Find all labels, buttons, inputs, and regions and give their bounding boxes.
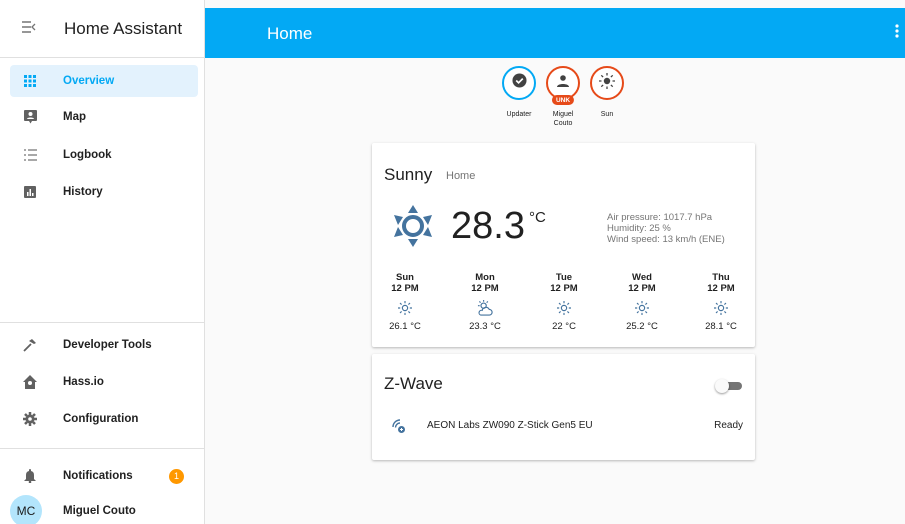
zwave-icon: [392, 418, 406, 434]
forecast-temperature: 28.1 °C: [705, 321, 737, 332]
map-account-icon: [22, 109, 38, 125]
card-title: Z-Wave: [384, 374, 443, 393]
sunny-icon: [618, 298, 666, 318]
forecast-temperature: 26.1 °C: [389, 321, 421, 332]
sidebar-item-history[interactable]: History: [10, 176, 198, 208]
avatar: MC: [10, 495, 42, 524]
forecast-item: Thu 12 PM 28.1 °C: [697, 272, 745, 332]
sidebar: Home Assistant Overview Map Logbook Hist…: [0, 0, 205, 524]
zwave-card: Z-Wave AEON Labs ZW090 Z-Stick Gen5 EU R…: [372, 354, 755, 460]
entity-badge-updater[interactable]: Updater: [499, 66, 539, 119]
account-icon: [557, 74, 569, 92]
badge-circle: UNK: [546, 66, 580, 105]
menu-collapse-icon[interactable]: [22, 20, 44, 37]
forecast-day: Mon: [475, 272, 495, 283]
forecast-time: 12 PM: [471, 283, 499, 294]
notification-count-badge: 1: [169, 468, 184, 484]
sidebar-item-label: Configuration: [63, 413, 139, 425]
sidebar-item-label: Notifications: [63, 470, 133, 482]
sidebar-item-developer-tools[interactable]: Developer Tools: [10, 329, 198, 361]
forecast-day: Wed: [632, 272, 652, 283]
sidebar-item-label: History: [63, 186, 103, 198]
app-title: Home Assistant: [64, 18, 183, 38]
forecast-day: Tue: [555, 272, 573, 283]
user-name: Miguel Couto: [63, 505, 136, 517]
entity-name: Miguel Couto: [552, 111, 574, 127]
sidebar-item-map[interactable]: Map: [10, 101, 198, 133]
weather-attribute: Wind speed: 13 km/h (ENE): [607, 234, 725, 245]
more-vert-icon[interactable]: [895, 24, 899, 42]
sidebar-item-overview[interactable]: Overview: [10, 65, 198, 97]
forecast-item: Tue 12 PM 22 °C: [540, 272, 588, 332]
sunny-icon: [381, 298, 429, 318]
weather-condition: Sunny: [384, 165, 433, 184]
forecast-item: Wed 12 PM 25.2 °C: [618, 272, 666, 332]
weather-attribute: Air pressure: 1017.7 hPa: [607, 212, 713, 223]
zwave-toggle[interactable]: [715, 379, 743, 393]
sunny-icon: [390, 203, 436, 254]
forecast-temperature: 25.2 °C: [626, 321, 658, 332]
forecast-item: Sun 12 PM 26.1 °C: [381, 272, 429, 332]
entity-badge-miguel-couto[interactable]: UNK Miguel Couto: [543, 66, 583, 128]
forecast-time: 12 PM: [391, 283, 419, 294]
sidebar-item-label: Overview: [63, 75, 115, 87]
forecast-temperature: 22 °C: [552, 321, 576, 332]
hammer-icon: [22, 337, 38, 353]
current-temperature: 28.3: [451, 205, 525, 247]
bell-icon: [22, 468, 38, 484]
sidebar-item-label: Developer Tools: [63, 339, 152, 351]
sidebar-item-label: Hass.io: [63, 376, 104, 388]
logbook-list-icon: [22, 147, 38, 163]
zwave-device-state: Ready: [714, 420, 743, 431]
partly-cloudy-icon: [461, 298, 509, 318]
entity-name: Updater: [506, 111, 532, 118]
sidebar-item-notifications[interactable]: Notifications 1: [10, 460, 198, 492]
sidebar-item-label: Logbook: [63, 149, 112, 161]
sidebar-item-logbook[interactable]: Logbook: [10, 139, 198, 171]
forecast-day: Thu: [712, 272, 730, 283]
sidebar-item-label: Map: [63, 111, 86, 123]
check-circle-icon: [511, 73, 527, 93]
temperature-unit: °C: [529, 209, 546, 226]
entity-name: Sun: [600, 111, 614, 118]
sunny-icon: [697, 298, 745, 318]
sidebar-divider: [0, 448, 205, 449]
weather-location: Home: [446, 170, 476, 182]
sunny-icon: [540, 298, 588, 318]
forecast-item: Mon 12 PM 23.3 °C: [461, 272, 509, 332]
sidebar-item-hassio[interactable]: Hass.io: [10, 366, 198, 398]
view-grid-icon: [22, 73, 38, 89]
sidebar-item-configuration[interactable]: Configuration: [10, 403, 198, 435]
sun-icon: [599, 72, 615, 94]
forecast-time: 12 PM: [550, 283, 578, 294]
home-assistant-icon: [22, 374, 38, 390]
forecast-temperature: 23.3 °C: [469, 321, 501, 332]
status-badge: UNK: [551, 95, 575, 105]
forecast-day: Sun: [396, 272, 414, 283]
chart-bar-icon: [22, 184, 38, 200]
sidebar-item-user[interactable]: MC Miguel Couto: [10, 495, 198, 524]
top-app-bar: Home: [205, 8, 905, 58]
sidebar-divider: [0, 322, 205, 323]
page-title: Home: [267, 24, 313, 43]
weather-card[interactable]: Sunny Home 28.3 °C Air pressure: 1017.7 …: [372, 143, 755, 347]
weather-attribute: Humidity: 25 %: [607, 223, 671, 234]
sidebar-header: Home Assistant: [0, 0, 204, 58]
entity-badge-sun[interactable]: Sun: [587, 66, 627, 119]
badge-circle: [502, 66, 536, 100]
badge-circle: [590, 66, 624, 100]
forecast-time: 12 PM: [628, 283, 656, 294]
zwave-device-name[interactable]: AEON Labs ZW090 Z-Stick Gen5 EU: [427, 420, 593, 431]
gear-icon: [22, 411, 38, 427]
forecast-time: 12 PM: [707, 283, 735, 294]
toggle-knob: [715, 379, 729, 393]
